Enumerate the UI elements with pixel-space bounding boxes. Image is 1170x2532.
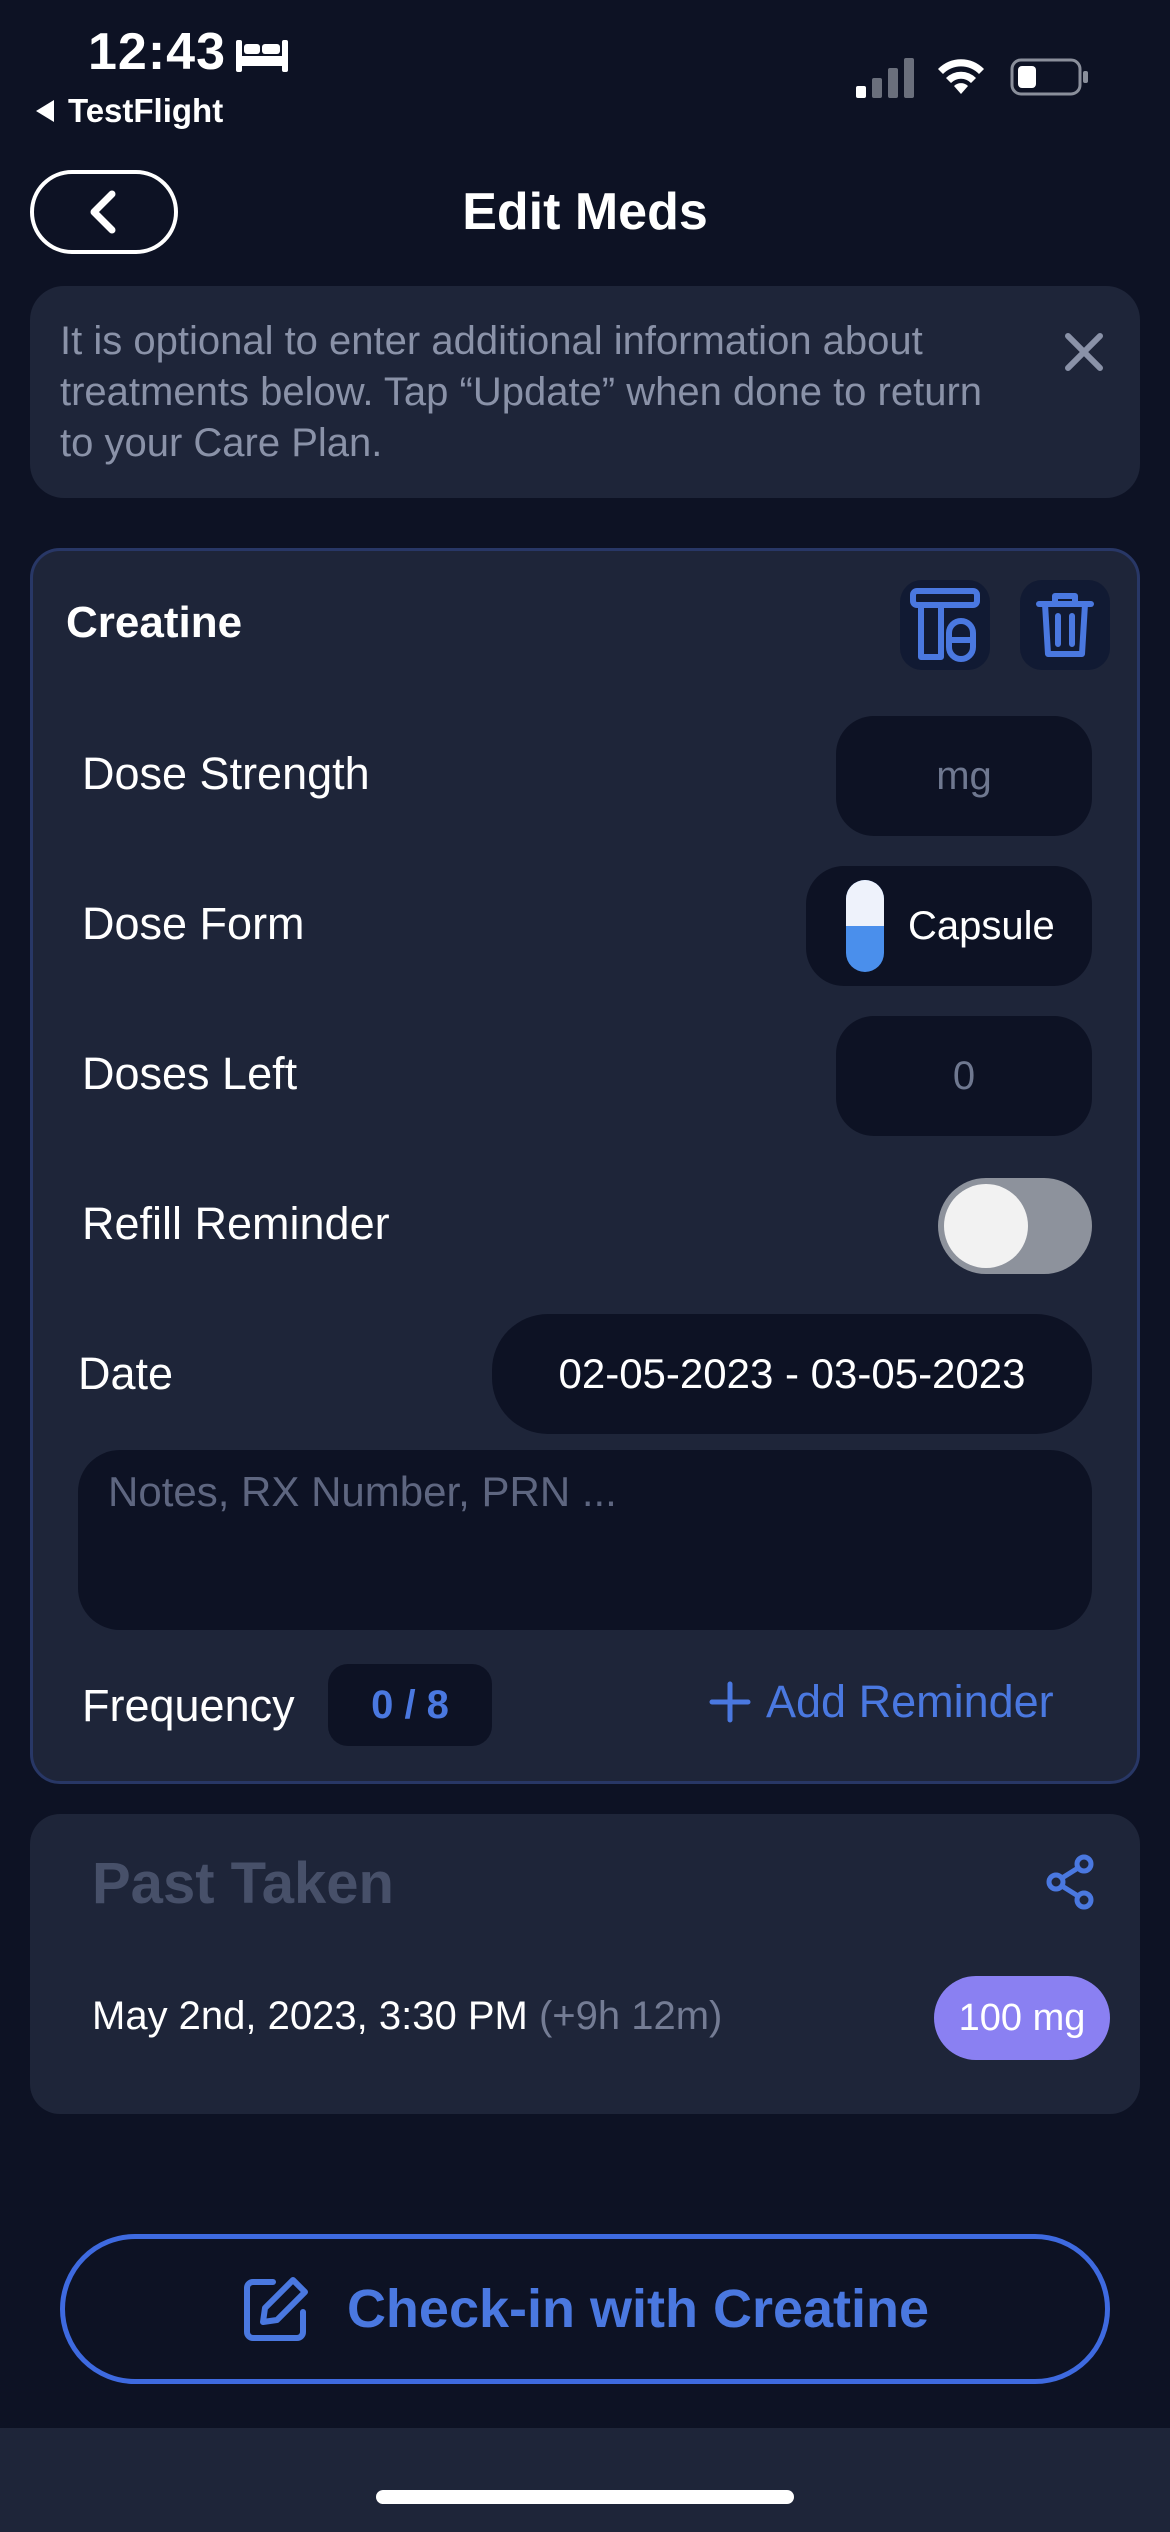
dose-form-label: Dose Form [82, 898, 305, 949]
status-time: 12:43 [88, 23, 226, 81]
frequency-badge: 0 / 8 [328, 1664, 492, 1746]
date-range-picker[interactable]: 02-05-2023 - 03-05-2023 [492, 1314, 1092, 1434]
past-taken-title: Past Taken [92, 1851, 394, 1916]
trash-icon [1036, 593, 1094, 657]
edit-icon [243, 2277, 308, 2341]
past-taken-entry: May 2nd, 2023, 3:30 PM (+9h 12m) [92, 1994, 722, 2039]
back-button[interactable] [30, 170, 178, 254]
battery-icon [1010, 58, 1088, 96]
pill-bottle-icon [910, 588, 980, 662]
doses-left-label: Doses Left [82, 1048, 298, 1099]
dose-strength-input[interactable]: mg [836, 716, 1092, 836]
check-in-button[interactable]: Check-in with Creatine [60, 2234, 1110, 2384]
dose-strength-placeholder: mg [936, 753, 992, 798]
toggle-knob [944, 1184, 1028, 1268]
delete-button[interactable] [1020, 580, 1110, 670]
past-taken-dose-badge: 100 mg [934, 1976, 1110, 2060]
notes-placeholder: Notes, RX Number, PRN ... [108, 1468, 617, 1515]
sleep-bed-icon [236, 40, 288, 72]
chevron-left-icon [90, 190, 116, 234]
wifi-icon [938, 59, 984, 94]
medication-name: Creatine [66, 598, 243, 647]
frequency-label: Frequency [82, 1680, 295, 1731]
past-taken-relative: (+9h 12m) [538, 1994, 723, 2038]
past-taken-datetime: May 2nd, 2023, 3:30 PM [92, 1994, 528, 2038]
plus-icon [709, 1681, 751, 1723]
add-reminder-label: Add Reminder [766, 1676, 1054, 1727]
home-indicator[interactable] [376, 2490, 794, 2504]
close-icon[interactable] [1060, 328, 1108, 376]
bottom-safe-area [0, 2428, 1170, 2532]
refill-reminder-label: Refill Reminder [82, 1198, 390, 1249]
cellular-signal-icon [856, 58, 914, 98]
info-banner-text: It is optional to enter additional infor… [60, 319, 983, 465]
date-label: Date [78, 1348, 174, 1399]
share-icon[interactable] [1044, 1854, 1096, 1910]
refill-reminder-toggle[interactable] [938, 1178, 1092, 1274]
dose-strength-label: Dose Strength [82, 748, 370, 799]
back-triangle-icon [36, 100, 54, 122]
back-app-label: TestFlight [68, 92, 224, 129]
capsule-icon [846, 880, 884, 972]
doses-left-placeholder: 0 [952, 1053, 976, 1098]
pharmacy-button[interactable] [900, 580, 990, 670]
check-in-label: Check-in with Creatine [346, 2279, 930, 2339]
dose-form-value: Capsule [908, 903, 1055, 948]
add-reminder-button[interactable]: Add Reminder [708, 1676, 1054, 1728]
dose-form-select[interactable]: Capsule [806, 866, 1092, 986]
back-to-app-link[interactable]: TestFlight [36, 92, 223, 130]
doses-left-input[interactable]: 0 [836, 1016, 1092, 1136]
